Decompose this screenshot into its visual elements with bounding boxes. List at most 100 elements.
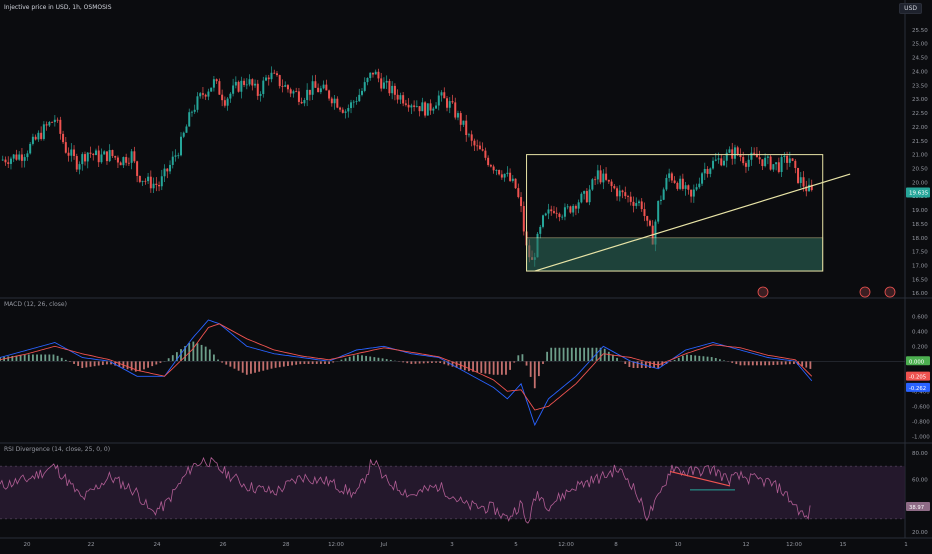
candle-body xyxy=(171,156,174,165)
macd-histogram-bar xyxy=(52,354,55,362)
macd-histogram-bar xyxy=(204,346,207,362)
candle-body xyxy=(574,205,577,209)
candle-body xyxy=(802,177,805,187)
candle-body xyxy=(336,98,339,108)
candle-body xyxy=(122,157,125,166)
candle-body xyxy=(744,163,747,167)
candle-body xyxy=(259,93,262,96)
candle-body xyxy=(624,192,627,197)
candle-body xyxy=(350,102,353,109)
candle-body xyxy=(352,101,355,103)
candle-body xyxy=(780,156,783,172)
macd-histogram-bar xyxy=(496,361,499,375)
macd-tick-label: -1.000 xyxy=(912,434,930,440)
candle-body xyxy=(473,140,476,146)
candle-body xyxy=(308,89,311,95)
macd-histogram-bar xyxy=(686,354,688,362)
candle-body xyxy=(177,155,180,157)
macd-histogram-bar xyxy=(558,347,561,362)
macd-histogram-bar xyxy=(311,361,314,364)
candle-body xyxy=(627,196,630,197)
candle-body xyxy=(45,124,48,126)
candle-body xyxy=(492,166,495,171)
candle-body xyxy=(659,199,662,201)
candle-body xyxy=(210,87,213,92)
candle-body xyxy=(303,100,306,104)
candle-body xyxy=(563,207,566,217)
candle-body xyxy=(193,109,196,112)
macd-histogram-bar xyxy=(250,361,252,374)
currency-selector[interactable]: USD xyxy=(899,3,922,14)
macd-histogram-bar xyxy=(258,361,261,372)
macd-histogram-bar xyxy=(93,361,96,367)
time-tick-label: 22 xyxy=(88,542,95,548)
candle-body xyxy=(42,124,45,139)
macd-histogram-bar xyxy=(196,343,199,362)
macd-histogram-bar xyxy=(570,347,573,362)
last-price-label: 19.635 xyxy=(909,190,929,196)
macd-histogram-bar xyxy=(751,361,754,366)
candle-body xyxy=(341,109,344,113)
candle-body xyxy=(92,153,95,156)
candle-body xyxy=(733,147,736,159)
candle-body xyxy=(158,184,161,187)
macd-histogram-bar xyxy=(167,358,170,362)
macd-value-label: 0.000 xyxy=(909,359,925,365)
candle-body xyxy=(226,98,229,106)
macd-value-label: -0.262 xyxy=(909,386,926,392)
candle-body xyxy=(347,108,350,112)
price-tick-label: 20.00 xyxy=(912,180,928,186)
candle-body xyxy=(391,85,394,94)
candle-body xyxy=(511,178,514,181)
candle-body xyxy=(421,102,424,112)
candle-body xyxy=(108,150,111,162)
candle-body xyxy=(366,77,369,83)
candle-body xyxy=(580,193,583,203)
candle-body xyxy=(396,94,399,100)
candle-body xyxy=(676,182,679,189)
candle-body xyxy=(20,154,23,161)
candle-body xyxy=(306,89,309,101)
candle-body xyxy=(402,95,405,104)
macd-histogram-bar xyxy=(718,359,721,362)
candle-body xyxy=(618,190,621,197)
candle-body xyxy=(149,176,152,189)
candle-body xyxy=(503,173,506,178)
macd-histogram-bar xyxy=(488,361,491,375)
candle-body xyxy=(706,168,709,174)
candle-body xyxy=(643,209,646,217)
macd-histogram-bar xyxy=(266,361,269,370)
candle-body xyxy=(144,180,147,182)
macd-histogram-bar xyxy=(484,361,487,374)
candle-body xyxy=(673,180,676,183)
macd-histogram-bar xyxy=(101,361,104,365)
macd-histogram-bar xyxy=(525,361,528,366)
candle-body xyxy=(725,152,728,161)
macd-histogram-bar xyxy=(138,361,141,371)
macd-histogram-bar xyxy=(743,361,746,366)
candle-body xyxy=(665,177,668,190)
candle-body xyxy=(786,155,789,163)
candle-body xyxy=(138,175,141,182)
macd-histogram-bar xyxy=(768,361,771,366)
candle-body xyxy=(182,132,185,137)
candle-body xyxy=(377,71,380,79)
macd-histogram-bar xyxy=(143,361,145,370)
time-tick-label: 12:00 xyxy=(786,542,802,548)
time-tick-label: Jul xyxy=(380,542,388,548)
macd-histogram-bar xyxy=(208,349,211,362)
candle-body xyxy=(572,205,575,213)
candle-body xyxy=(448,101,451,108)
candle-body xyxy=(125,157,128,163)
macd-histogram-bar xyxy=(793,361,795,365)
event-flag-icon xyxy=(859,286,871,298)
candle-body xyxy=(86,152,89,162)
macd-histogram-bar xyxy=(607,351,610,362)
candle-body xyxy=(330,98,333,104)
price-tick-label: 16.50 xyxy=(912,277,928,283)
macd-histogram-bar xyxy=(356,354,359,362)
candle-body xyxy=(105,151,108,162)
macd-histogram-bar xyxy=(319,361,322,364)
rsi-tick-label: 20.00 xyxy=(912,530,928,536)
candle-body xyxy=(245,84,248,86)
